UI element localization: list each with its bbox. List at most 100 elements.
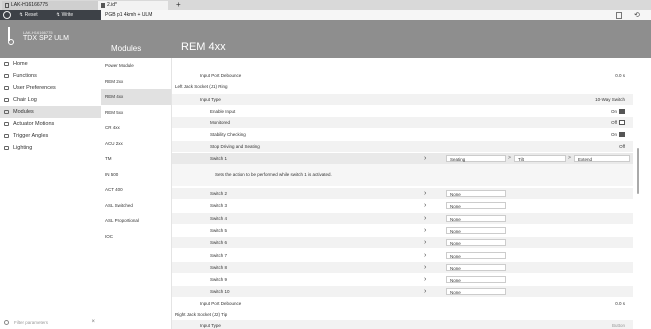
checkbox-icon[interactable] xyxy=(619,109,625,114)
param-label: Input Type xyxy=(200,323,221,328)
action-dropdown[interactable]: Extend xyxy=(574,155,630,162)
chevron-right-icon[interactable]: › xyxy=(424,188,426,199)
param-row[interactable]: Stop Driving and Seating Off xyxy=(172,141,633,152)
switch-row[interactable]: Switch 3 › None xyxy=(172,200,633,211)
switch-row-selected[interactable]: Switch 1 › Seating > Tilt > Extend xyxy=(172,153,633,164)
module-acu-2xx[interactable]: ACU 2xx xyxy=(101,136,171,152)
switch-row[interactable]: Switch 5 › None xyxy=(172,225,633,236)
action-dropdown[interactable]: None xyxy=(446,239,506,247)
checkbox-icon[interactable] xyxy=(619,132,625,137)
tab-device[interactable]: LAK-H16166775 xyxy=(2,1,98,10)
sidebar-item-label: Trigger Angles xyxy=(13,133,49,139)
chevron-right-icon[interactable]: › xyxy=(424,153,426,164)
sidebar-item-user-preferences[interactable]: User Preferences xyxy=(0,82,101,94)
power-icon[interactable] xyxy=(3,11,11,19)
param-row[interactable]: Enable Input On xyxy=(172,106,633,117)
home-icon xyxy=(4,62,9,66)
action-dropdown[interactable]: None xyxy=(446,226,506,234)
action-dropdown[interactable]: Tilt xyxy=(514,155,566,162)
action-dropdown[interactable]: None xyxy=(446,263,506,271)
module-tm[interactable]: TM xyxy=(101,151,171,167)
chevron-right-icon[interactable]: › xyxy=(424,286,426,297)
action-dropdown[interactable]: None xyxy=(446,214,506,222)
switch-row[interactable]: Switch 4 › None xyxy=(172,212,633,224)
switch-row[interactable]: Switch 6 › None xyxy=(172,237,633,249)
param-value[interactable]: On xyxy=(611,106,625,117)
actuator-icon xyxy=(4,122,9,126)
param-value[interactable]: 0.0 s xyxy=(615,298,625,309)
modules-icon xyxy=(4,110,9,114)
chevron-right-icon[interactable]: › xyxy=(424,213,426,224)
param-value[interactable]: On xyxy=(611,129,625,140)
sidebar-item-actuator-motions[interactable]: Actuator Motions xyxy=(0,118,101,130)
chevron-right-icon[interactable]: › xyxy=(424,237,426,248)
filter-search[interactable]: Filter parameters × xyxy=(0,316,101,329)
module-ioc[interactable]: IOC xyxy=(101,229,171,245)
chevron-right-icon[interactable]: › xyxy=(424,262,426,273)
param-label: Stability Checking xyxy=(210,132,246,137)
sidebar-item-trigger-angles[interactable]: Trigger Angles xyxy=(0,130,101,142)
param-value[interactable]: Button xyxy=(612,320,625,329)
tab-file[interactable]: 2.id* xyxy=(98,1,168,10)
module-asl-proportional[interactable]: ASL Proportional xyxy=(101,213,171,229)
param-row[interactable]: Input Type Button xyxy=(172,320,633,329)
action-dropdown[interactable]: None xyxy=(446,251,506,259)
param-value[interactable]: Off xyxy=(611,117,625,128)
param-label: Enable Input xyxy=(210,109,236,114)
chevron-right-icon[interactable]: › xyxy=(424,225,426,236)
switch-row[interactable]: Switch 7 › None xyxy=(172,250,633,261)
param-row[interactable]: Input Type 10-Way Switch xyxy=(172,94,633,105)
module-asl-switched[interactable]: ASL Switched xyxy=(101,198,171,214)
module-power-module[interactable]: Power Module xyxy=(101,58,171,74)
write-button[interactable]: ↯ Write xyxy=(56,10,73,20)
write-label: Write xyxy=(61,12,74,18)
sidebar-item-functions[interactable]: Functions xyxy=(0,70,101,82)
param-row[interactable]: Stability Checking On xyxy=(172,129,633,140)
module-act-400[interactable]: ACT 400 xyxy=(101,182,171,198)
sidebar-item-home[interactable]: Home xyxy=(0,58,101,70)
param-row[interactable]: Input Port Debounce 0.0 s xyxy=(172,298,633,309)
device-toolbar: ↯ Reset ↯ Write xyxy=(0,10,101,20)
toggle-state: On xyxy=(610,109,617,114)
action-dropdown[interactable]: None xyxy=(446,288,506,296)
chevron-right-icon[interactable]: › xyxy=(424,250,426,261)
param-row[interactable]: Monitored Off xyxy=(172,117,633,128)
module-cr-4xx[interactable]: CR 4xx xyxy=(101,120,171,136)
param-row[interactable]: Input Port Debounce 0.0 s xyxy=(172,70,633,81)
sidebar-item-modules[interactable]: Modules xyxy=(0,106,101,118)
sidebar-item-label: Modules xyxy=(13,109,34,115)
reset-button[interactable]: ↯ Reset xyxy=(19,10,38,20)
param-label: Switch 3 xyxy=(210,203,228,209)
scrollbar[interactable] xyxy=(637,148,639,194)
switch-row[interactable]: Switch 2 › None xyxy=(172,188,633,199)
action-dropdown[interactable]: None xyxy=(446,202,506,210)
chevron-right-icon[interactable]: › xyxy=(424,274,426,285)
param-value[interactable]: Off xyxy=(619,141,625,152)
switch-row[interactable]: Switch 8 › None xyxy=(172,261,633,273)
add-tab-icon[interactable]: + xyxy=(176,0,181,10)
sidebar-item-chair-log[interactable]: Chair Log xyxy=(0,94,101,106)
module-rem-4xx[interactable]: REM 4xx xyxy=(101,89,171,105)
chevron-right-icon[interactable]: › xyxy=(424,200,426,211)
page-title: REM 4xx xyxy=(181,41,226,53)
document-icon[interactable] xyxy=(616,12,622,19)
device-header: LAK-H16166775 TDX SP2 ULM xyxy=(0,20,101,58)
module-in-500[interactable]: IN 500 xyxy=(101,167,171,183)
clear-icon[interactable]: × xyxy=(91,316,95,329)
section-label: Left Jack Socket (J1) Ring xyxy=(175,84,228,89)
action-dropdown[interactable]: Seating xyxy=(446,155,506,162)
sync-icon[interactable]: ⟲ xyxy=(634,11,640,20)
action-dropdown[interactable]: None xyxy=(446,190,506,197)
module-rem-5xx[interactable]: REM 5xx xyxy=(101,105,171,121)
param-value[interactable]: 10-Way Switch xyxy=(595,94,625,105)
sidebar-item-lighting[interactable]: Lighting xyxy=(0,142,101,154)
switch-row[interactable]: Switch 10 › None xyxy=(172,286,633,298)
tab-device-label: LAK-H16166775 xyxy=(11,2,48,8)
search-input[interactable]: Filter parameters xyxy=(14,320,48,325)
param-label: Switch 6 xyxy=(210,240,228,246)
param-value[interactable]: 0.0 s xyxy=(615,70,625,81)
action-dropdown[interactable]: None xyxy=(446,276,506,284)
module-rem-2xx[interactable]: REM 2xx xyxy=(101,74,171,90)
checkbox-icon[interactable] xyxy=(619,120,625,125)
switch-row[interactable]: Switch 9 › None xyxy=(172,274,633,285)
